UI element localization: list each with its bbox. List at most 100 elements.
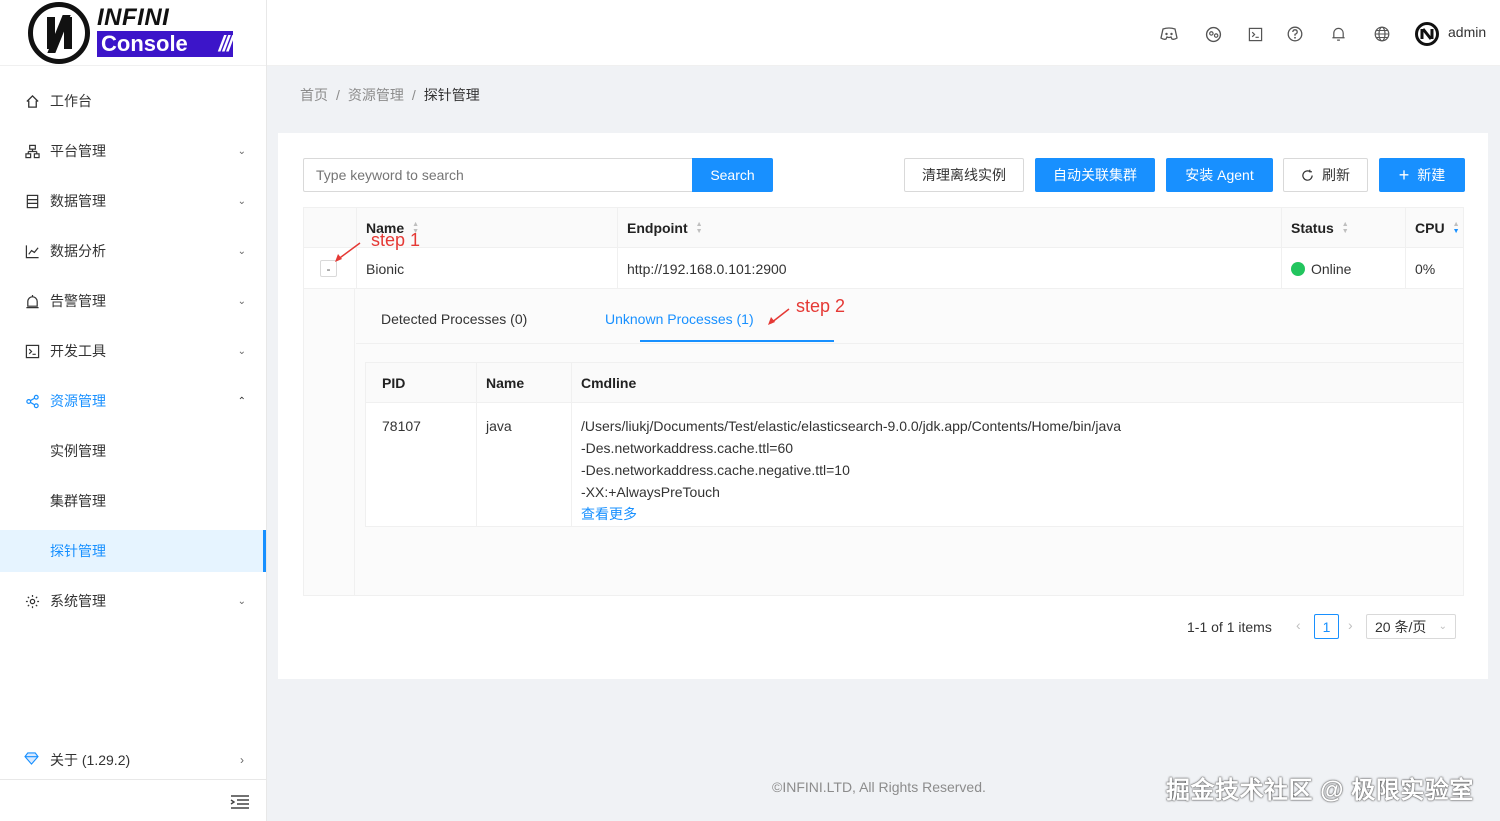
sort-icon[interactable]: ▲ ▼ <box>1453 221 1460 235</box>
cluster-icon <box>24 143 40 159</box>
chevron-left-icon[interactable]: ‹ <box>1296 617 1301 633</box>
sidebar-item-agents[interactable]: 探针管理 <box>0 530 266 572</box>
sidebar-item-alarm[interactable]: 告警管理 ⌄ <box>0 280 266 322</box>
console-icon[interactable] <box>1246 25 1264 43</box>
sidebar-item-resources[interactable]: 资源管理 ⌃ <box>0 380 266 422</box>
sort-icon[interactable]: ▲ ▼ <box>696 221 703 235</box>
cmdline-line: -Des.networkaddress.cache.ttl=60 <box>581 440 794 456</box>
about-version[interactable]: 关于 (1.29.2) › <box>0 740 266 780</box>
cell-cpu: 0% <box>1405 248 1463 289</box>
menu-collapse-icon[interactable] <box>230 794 250 812</box>
watermark: 掘金技术社区 @ 极限实验室 <box>1166 777 1474 804</box>
sidebar-item-label: 告警管理 <box>50 293 106 309</box>
sidebar-item-label: 数据管理 <box>50 193 106 209</box>
breadcrumb-current: 探针管理 <box>423 87 480 103</box>
sidebar-item-label: 资源管理 <box>50 393 106 409</box>
sidebar-item-label: 平台管理 <box>50 143 106 159</box>
status-label: Online <box>1311 260 1352 277</box>
column-header-endpoint[interactable]: Endpoint ▲ ▼ <box>617 208 1281 248</box>
active-tab-indicator <box>640 340 834 342</box>
logo-mark-icon <box>28 2 90 64</box>
pagination-page-1[interactable]: 1 <box>1314 614 1339 639</box>
breadcrumb-resources[interactable]: 资源管理 <box>348 87 404 103</box>
process-table: PID Name Cmdline 78107 java /Users/liukj… <box>365 362 1463 527</box>
community-icon[interactable] <box>1204 25 1222 43</box>
top-header: admin <box>267 0 1500 66</box>
sidebar-item-label: 工作台 <box>50 93 92 109</box>
logo-infini-text: INFINI <box>97 4 170 31</box>
column-header-cmdline: Cmdline <box>581 375 637 391</box>
auto-associate-button[interactable]: 自动关联集群 <box>1035 158 1155 192</box>
bell-icon[interactable] <box>1329 25 1347 43</box>
sidebar-item-platform[interactable]: 平台管理 ⌄ <box>0 130 266 172</box>
new-button[interactable]: + 新建 <box>1379 158 1465 192</box>
chevron-down-icon: ⌄ <box>237 595 246 607</box>
sidebar-item-workbench[interactable]: 工作台 <box>0 80 266 122</box>
cmdline-line: -Des.networkaddress.cache.negative.ttl=1… <box>581 462 850 478</box>
sidebar-item-clusters[interactable]: 集群管理 <box>0 480 266 522</box>
breadcrumb-separator: / <box>336 87 340 103</box>
column-label: CPU <box>1415 220 1445 236</box>
sidebar-item-data[interactable]: 数据管理 ⌄ <box>0 180 266 222</box>
column-header-cpu[interactable]: CPU ▲ ▼ <box>1405 208 1463 248</box>
sidebar-item-instances[interactable]: 实例管理 <box>0 430 266 472</box>
chevron-down-icon: ⌄ <box>1438 621 1447 632</box>
chevron-down-icon: ⌄ <box>237 295 246 307</box>
column-label: Endpoint <box>627 220 688 236</box>
expanded-indent <box>304 289 355 595</box>
row-collapse-button[interactable]: - <box>320 260 337 277</box>
sidebar-item-label: 系统管理 <box>50 593 106 609</box>
table-header: Name ▲ ▼ Endpoint ▲ ▼ Status ▲ ▼ CPU ▲ ▼ <box>304 208 1463 248</box>
language-icon[interactable] <box>1373 25 1391 43</box>
chevron-down-icon: ⌄ <box>237 195 246 207</box>
sidebar-item-analysis[interactable]: 数据分析 ⌄ <box>0 230 266 272</box>
discord-icon[interactable] <box>1160 25 1178 43</box>
new-label: 新建 <box>1417 167 1446 183</box>
expanded-row: Detected Processes (0) Unknown Processes… <box>304 289 1463 595</box>
footer-copyright: ©INFINI.LTD, All Rights Reserved. <box>772 779 986 795</box>
tab-unknown-processes[interactable]: Unknown Processes (1) <box>605 311 754 327</box>
breadcrumb-separator: / <box>411 87 416 103</box>
show-more-link[interactable]: 查看更多 <box>581 503 1463 525</box>
main-card: Search 清理离线实例 自动关联集群 安装 Agent 刷新 + 新建 Na… <box>278 133 1488 679</box>
process-table-header: PID Name Cmdline <box>366 363 1463 403</box>
column-header-status[interactable]: Status ▲ ▼ <box>1281 208 1405 248</box>
agents-table: Name ▲ ▼ Endpoint ▲ ▼ Status ▲ ▼ CPU ▲ ▼ - B… <box>303 207 1464 596</box>
chevron-right-icon: › <box>240 752 244 767</box>
logo-console-label: Console <box>101 31 188 56</box>
chevron-right-icon[interactable]: › <box>1348 617 1353 633</box>
sidebar-item-devtools[interactable]: 开发工具 ⌄ <box>0 330 266 372</box>
annotation-step-1: step 1 <box>371 230 421 250</box>
logo[interactable]: INFINI Console /// <box>0 0 266 66</box>
sidebar-item-label: 数据分析 <box>50 243 106 259</box>
chevron-down-icon: ⌄ <box>237 145 246 157</box>
breadcrumb-home[interactable]: 首页 <box>300 87 328 103</box>
logo-console-text: Console /// <box>97 31 233 57</box>
user-name[interactable]: admin <box>1448 24 1486 40</box>
cell-name: Bionic <box>356 248 617 289</box>
cell-process-name: java <box>477 403 572 527</box>
help-icon[interactable] <box>1286 25 1304 43</box>
refresh-button[interactable]: 刷新 <box>1283 158 1368 192</box>
page-size-select[interactable]: 20 条/页 ⌄ <box>1366 614 1456 639</box>
sidebar-item-label: 集群管理 <box>50 493 106 509</box>
column-header-pid: PID <box>366 363 477 403</box>
share-icon <box>24 393 40 409</box>
sort-icon[interactable]: ▲ ▼ <box>1342 221 1349 235</box>
column-header-process-name: Name <box>477 363 572 403</box>
table-row[interactable]: - Bionic http://192.168.0.101:2900 Onlin… <box>304 248 1463 289</box>
search-button[interactable]: Search <box>692 158 773 192</box>
sidebar-item-label: 实例管理 <box>50 443 106 459</box>
tab-detected-processes[interactable]: Detected Processes (0) <box>381 311 527 327</box>
search-input[interactable] <box>303 158 693 192</box>
refresh-icon <box>1301 169 1314 182</box>
sidebar-item-system[interactable]: 系统管理 ⌄ <box>0 580 266 622</box>
annotation-step-2: step 2 <box>796 296 846 316</box>
about-label: 关于 (1.29.2) <box>50 751 131 768</box>
online-status-icon <box>1291 261 1305 276</box>
clear-offline-button[interactable]: 清理离线实例 <box>904 158 1024 192</box>
install-agent-button[interactable]: 安装 Agent <box>1166 158 1273 192</box>
cell-cmdline: /Users/liukj/Documents/Test/elastic/elas… <box>572 403 1463 527</box>
diamond-icon <box>24 751 39 768</box>
avatar[interactable] <box>1415 22 1439 46</box>
